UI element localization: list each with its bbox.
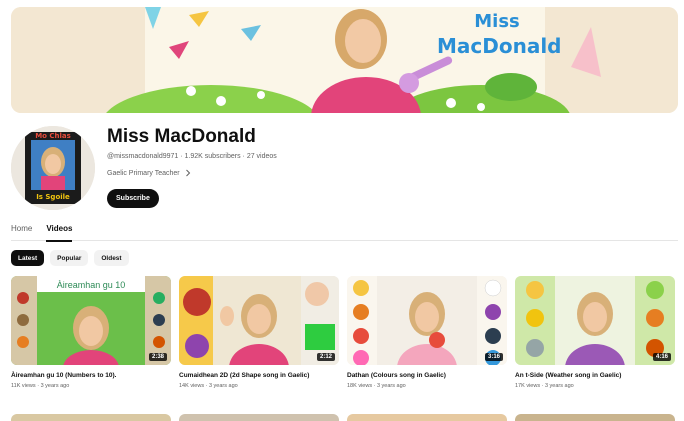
thumbnail-text: Àireamhan gu 10 — [57, 280, 126, 290]
video-age: 3 years ago — [544, 383, 574, 389]
sort-chips: Latest Popular Oldest — [11, 250, 135, 266]
video-age: 3 years ago — [40, 383, 70, 389]
video-meta: 11K views · 3 years ago — [11, 383, 171, 389]
channel-meta: @missmacdonald9971 · 1.92K subscribers ·… — [107, 153, 277, 160]
video-thumbnail[interactable] — [11, 414, 171, 421]
video-thumbnail[interactable] — [179, 414, 339, 421]
channel-name: Miss MacDonald — [107, 126, 256, 147]
video-card[interactable]: 2:12 Cumaidhean 2D (2d Shape song in Gae… — [179, 276, 339, 389]
channel-description[interactable]: Gaelic Primary Teacher — [107, 169, 192, 177]
video-thumbnail[interactable]: 2:12 — [179, 276, 339, 365]
banner-title-line2: MacDonald — [437, 33, 562, 58]
video-title[interactable]: Dathan (Colours song in Gaelic) — [347, 372, 507, 379]
video-count: 27 videos — [246, 153, 277, 160]
video-thumbnail[interactable]: Àireamhan gu 10 2:38 — [11, 276, 171, 365]
video-title[interactable]: An t-Side (Weather song in Gaelic) — [515, 372, 675, 379]
chip-oldest[interactable]: Oldest — [94, 250, 129, 266]
chevron-right-icon — [185, 169, 190, 177]
subscribe-button[interactable]: Subscribe — [107, 189, 159, 208]
video-thumbnail[interactable]: 4:16 — [515, 276, 675, 365]
avatar-text-bottom: Is Sgoile — [36, 193, 70, 201]
banner-illustration — [11, 7, 678, 113]
duration-badge: 2:38 — [148, 353, 167, 361]
duration-badge: 3:16 — [484, 353, 503, 361]
video-thumbnail[interactable] — [515, 414, 675, 421]
video-meta: 18K views · 3 years ago — [347, 383, 507, 389]
tab-videos[interactable]: Videos — [46, 221, 73, 242]
avatar-image: Mo Chlas Is Sgoile — [11, 126, 95, 210]
video-card[interactable]: 3:16 Dathan (Colours song in Gaelic) 18K… — [347, 276, 507, 389]
duration-badge: 4:16 — [652, 353, 671, 361]
channel-tabs: Home Videos — [11, 221, 678, 242]
thumbnail-image — [179, 276, 339, 365]
thumbnail-image — [515, 276, 675, 365]
video-age: 3 years ago — [376, 383, 406, 389]
video-views: 18K views — [347, 383, 373, 389]
video-thumbnail[interactable]: 3:16 — [347, 276, 507, 365]
video-views: 17K views — [515, 383, 541, 389]
subscriber-count: 1.92K subscribers — [184, 153, 241, 160]
video-thumbnail[interactable] — [347, 414, 507, 421]
video-views: 11K views — [11, 383, 36, 389]
video-card[interactable]: Àireamhan gu 10 2:38 Àireamhan gu 10 (Nu… — [11, 276, 171, 389]
banner-title: Miss MacDonald — [437, 11, 562, 59]
video-views: 14K views — [179, 383, 205, 389]
avatar-text-top: Mo Chlas — [35, 132, 71, 140]
thumbnail-image: Àireamhan gu 10 — [11, 276, 171, 365]
video-title[interactable]: Àireamhan gu 10 (Numbers to 10). — [11, 372, 171, 379]
video-age: 3 years ago — [208, 383, 238, 389]
channel-description-text: Gaelic Primary Teacher — [107, 169, 180, 177]
chip-latest[interactable]: Latest — [11, 250, 45, 266]
video-meta: 14K views · 3 years ago — [179, 383, 339, 389]
banner-title-line1: Miss — [474, 11, 520, 32]
tab-home[interactable]: Home — [11, 221, 32, 241]
channel-avatar[interactable]: Mo Chlas Is Sgoile — [11, 126, 95, 210]
duration-badge: 2:12 — [316, 353, 335, 361]
channel-banner: Miss MacDonald — [11, 7, 678, 113]
thumbnail-image — [347, 276, 507, 365]
chip-popular[interactable]: Popular — [50, 250, 89, 266]
video-card[interactable]: 4:16 An t-Side (Weather song in Gaelic) … — [515, 276, 675, 389]
video-title[interactable]: Cumaidhean 2D (2d Shape song in Gaelic) — [179, 372, 339, 379]
video-meta: 17K views · 3 years ago — [515, 383, 675, 389]
channel-handle: @missmacdonald9971 — [107, 153, 179, 160]
